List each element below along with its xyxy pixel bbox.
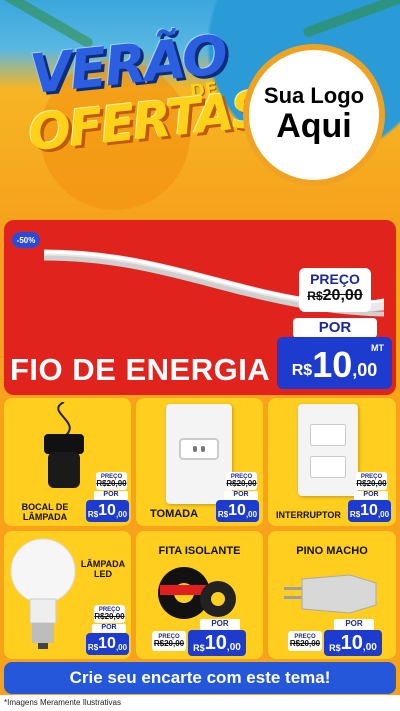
header-banner: VERÃO DE OFERTAS Sua Logo Aqui [0,0,400,222]
tile-label-tomada: TOMADA [150,508,199,520]
product-tile-pino[interactable]: PINO MACHO PREÇO R$20,00 POR R$ 10,00 [268,531,396,659]
tile-new-price: R$ 10,00 [188,630,246,656]
discount-badge: -50% [12,232,40,248]
outlet-image [166,404,232,504]
product-tile-interruptor[interactable]: INTERRUPTOR PREÇO R$20,00 POR R$ 10,00 [268,398,396,526]
product-tile-fita[interactable]: FITA ISOLANTE PREÇO R$20,00 POR R$ 10,00 [136,531,263,659]
tile-old-price-box: PREÇO R$20,00 [96,472,127,490]
product-tile-lampada[interactable]: LÂMPADA LED PREÇO R$20,00 POR R$ 10,00 [4,531,131,659]
tile-old-price-box: PREÇO R$20,00 [152,631,186,651]
logo-text-line1: Sua Logo [263,83,365,109]
tile-new-price: R$ 10,00 [216,500,259,522]
socket-image [44,402,84,488]
tile-new-price: R$ 10,00 [86,500,129,522]
hero-preco-label: PREÇO [310,271,360,287]
hero-new-price: R$ 10 ,00 MT [277,337,392,389]
hero-old-price: R$20,00 [307,287,363,304]
product-tile-bocal[interactable]: BOCAL DE LÂMPADA PREÇO R$20,00 POR R$ 10,0… [4,398,131,526]
plug-image [284,574,377,614]
tile-label-pino: PINO MACHO [296,545,368,557]
hero-por-label: POR [293,318,377,338]
hero-old-price-box: PREÇO R$20,00 [299,268,371,312]
tile-por-label: POR [334,619,374,630]
logo-text-line2: Aqui [276,107,352,146]
logo-placeholder[interactable]: Sua Logo Aqui [243,44,385,186]
tile-por-label: POR [224,491,258,500]
hero-product-title: FIO DE ENERGIA [10,352,271,387]
create-flyer-button[interactable]: Crie seu encarte com este tema! [4,662,396,694]
tile-label-interruptor: INTERRUPTOR [276,510,341,520]
bulb-image [10,538,76,649]
tile-new-price: R$ 10,00 [324,630,382,656]
tile-label-fita: FITA ISOLANTE [158,545,241,557]
product-tile-tomada[interactable]: TOMADA PREÇO R$20,00 POR R$ 10,00 [136,398,263,526]
switch-image [298,404,358,496]
tile-new-price: R$ 10,00 [86,633,129,655]
tile-old-price-box: PREÇO R$20,00 [226,472,257,490]
tile-label-bocal: BOCAL DE LÂMPADA [21,502,69,523]
tile-old-price-box: PREÇO R$20,00 [356,472,387,490]
tile-old-price-box: PREÇO R$20,00 [94,605,125,623]
palm-leaf-decoration [301,0,400,39]
tile-por-label: POR [354,491,388,500]
tape-image [158,567,236,619]
tile-new-price: R$ 10,00 [348,500,391,522]
footnote: *Imagens Meramente Ilustrativas [0,695,400,711]
tile-old-price-box: PREÇO R$20,00 [288,631,322,651]
tile-por-label: POR [94,491,128,500]
tile-por-label: POR [200,619,240,630]
tile-por-label: POR [92,624,126,633]
tile-label-lampada: LÂMPADA LED [80,559,126,580]
